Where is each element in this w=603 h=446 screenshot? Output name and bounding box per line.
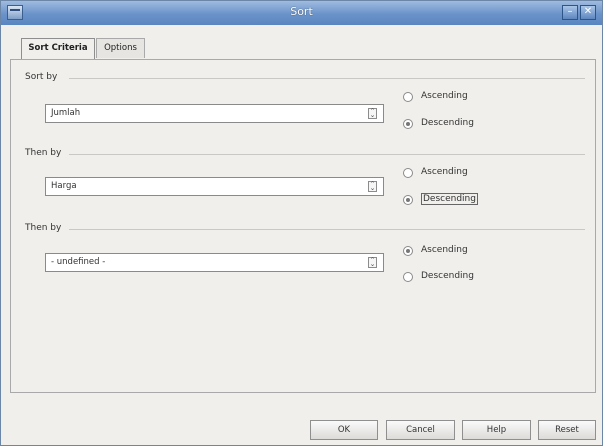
help-button[interactable]: Help [462, 420, 531, 440]
radio-circle-icon [403, 272, 413, 282]
then-by-value-2: - undefined - [51, 257, 106, 267]
then-by-label-2: Then by [25, 223, 62, 233]
window-title: Sort [290, 5, 313, 18]
radio-label: Descending [421, 271, 474, 281]
cancel-button[interactable]: Cancel [386, 420, 455, 440]
group-divider [69, 154, 585, 155]
sort-by-select[interactable]: Jumlah ⌃ ⌄ [45, 104, 384, 123]
spinner-icon[interactable]: ⌃ ⌄ [368, 257, 377, 268]
radio-circle-icon [403, 246, 413, 256]
then-by-select-2[interactable]: - undefined - ⌃ ⌄ [45, 253, 384, 272]
radio-circle-icon [403, 92, 413, 102]
then-by-label-1: Then by [25, 148, 62, 158]
tab-sort-criteria[interactable]: Sort Criteria [21, 38, 95, 60]
radio-label: Descending [421, 193, 478, 205]
then-by-value-1: Harga [51, 181, 77, 191]
radio-circle-icon [403, 168, 413, 178]
ok-button[interactable]: OK [310, 420, 378, 440]
title-bar[interactable]: Sort – ✕ [1, 1, 602, 25]
radio-circle-icon [403, 195, 413, 205]
minimize-icon[interactable]: – [562, 5, 578, 20]
group-divider [69, 229, 585, 230]
sort-by-label: Sort by [25, 72, 58, 82]
sort-criteria-panel: Sort by Jumlah ⌃ ⌄ Ascending Descending T… [10, 59, 596, 393]
radio-label: Ascending [421, 245, 468, 255]
tab-options[interactable]: Options [96, 38, 145, 58]
spinner-icon[interactable]: ⌃ ⌄ [368, 108, 377, 119]
group-divider [69, 78, 585, 79]
close-icon[interactable]: ✕ [580, 5, 596, 20]
spinner-icon[interactable]: ⌃ ⌄ [368, 181, 377, 192]
then-by-select-1[interactable]: Harga ⌃ ⌄ [45, 177, 384, 196]
radio-label: Ascending [421, 91, 468, 101]
radio-label: Ascending [421, 167, 468, 177]
reset-button[interactable]: Reset [538, 420, 596, 440]
radio-label: Descending [421, 118, 474, 128]
radio-circle-icon [403, 119, 413, 129]
sort-dialog: Sort – ✕ Sort Criteria Options Sort by J… [0, 0, 603, 446]
sort-by-value: Jumlah [51, 108, 81, 118]
